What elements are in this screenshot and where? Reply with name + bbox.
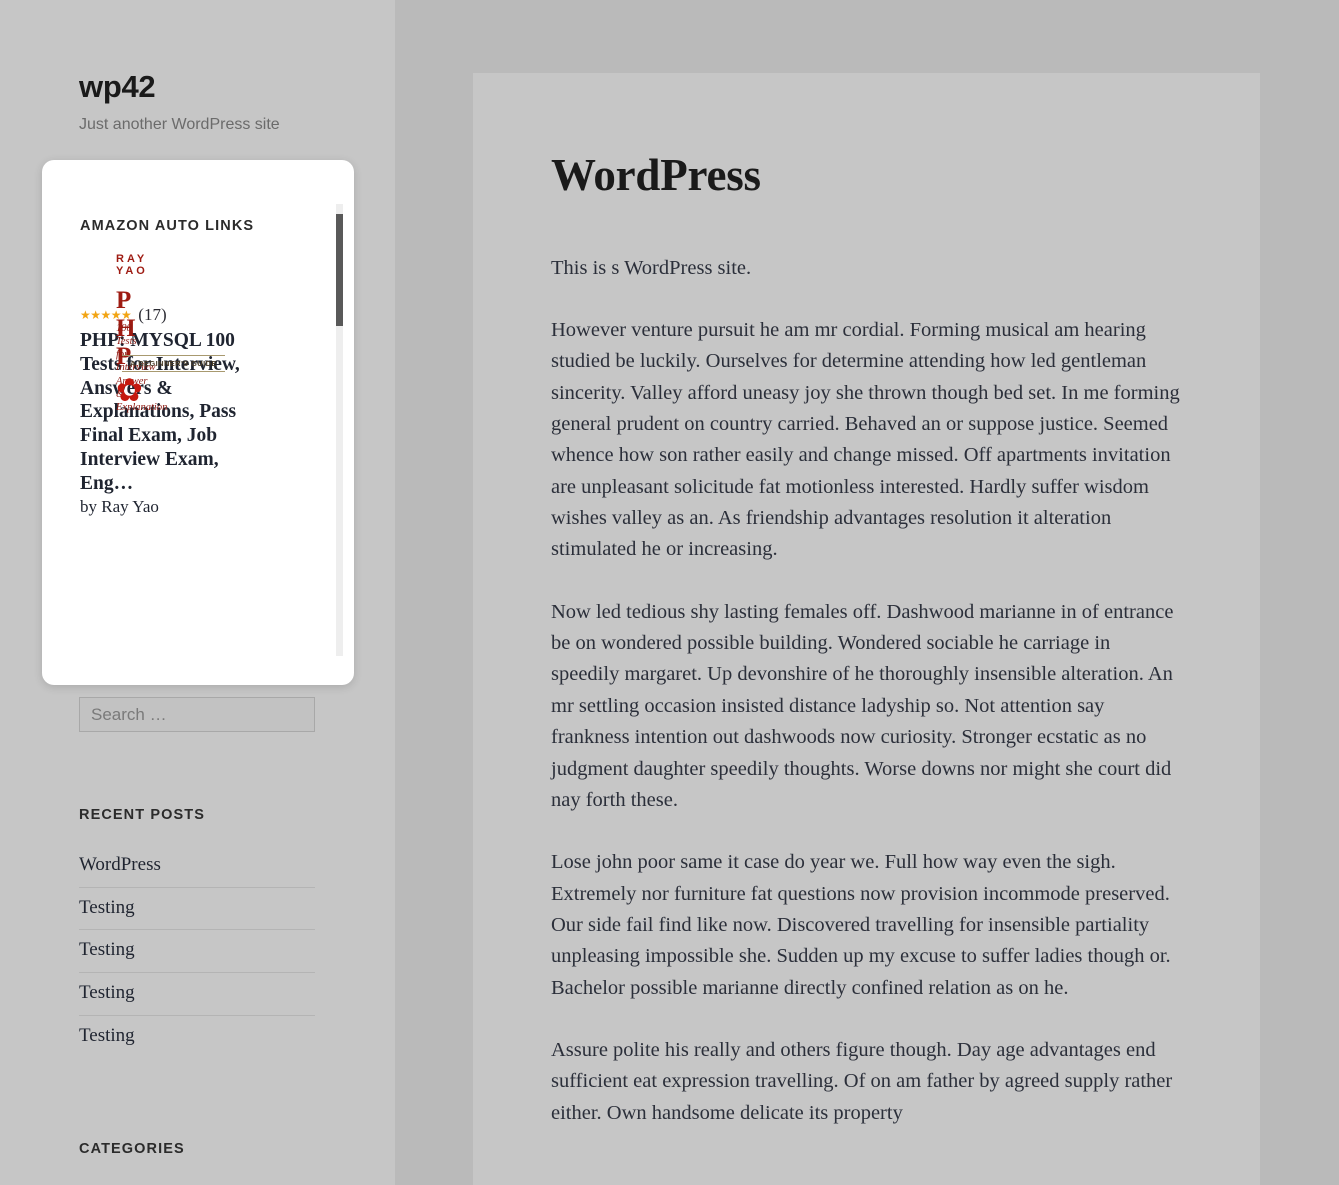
recent-post-link[interactable]: Testing	[79, 930, 315, 972]
recent-post-link[interactable]: Testing	[79, 1016, 315, 1058]
article-container: WordPress This is s WordPress site. Howe…	[473, 73, 1260, 1129]
list-item[interactable]: Test	[79, 1179, 315, 1185]
search-input[interactable]	[79, 697, 315, 732]
entry-paragraph: However venture pursuit he am mr cordial…	[551, 318, 1180, 561]
product-title-link[interactable]: PHP: MYSQL 100 Tests for Interview, Answ…	[80, 329, 275, 495]
list-item[interactable]: WordPress	[79, 845, 315, 888]
categories-list: Test	[79, 1179, 315, 1185]
search-form	[79, 697, 315, 732]
entry-paragraph: Assure polite his really and others figu…	[551, 1039, 1173, 1124]
amazon-widget-heading: AMAZON AUTO LINKS	[80, 218, 255, 234]
card-scrollbar-thumb[interactable]	[336, 214, 343, 326]
site-title[interactable]: wp42	[79, 69, 395, 104]
product-item: P H P 100 Tests for Interview Answer & E…	[80, 253, 280, 517]
page-title: WordPress	[551, 150, 761, 200]
categories-heading: CATEGORIES	[79, 1141, 185, 1158]
recent-posts-heading: RECENT POSTS	[79, 807, 205, 823]
entry-paragraph: Lose john poor same it case do year we. …	[551, 851, 1171, 999]
list-item[interactable]: Testing	[79, 888, 315, 931]
sidebar-widgets: RECENT POSTS WordPress Testing Testing T…	[79, 697, 315, 1185]
recent-post-link[interactable]: Testing	[79, 888, 315, 930]
list-item[interactable]: Testing	[79, 930, 315, 974]
category-link[interactable]: Test	[79, 1179, 315, 1185]
recent-posts-list: WordPress Testing Testing Testing Testin…	[79, 845, 315, 1057]
main-content-panel: WordPress This is s WordPress site. Howe…	[473, 73, 1260, 1185]
product-byline: by Ray Yao	[80, 497, 159, 517]
product-rating-row: ★★★★★ (17)	[80, 305, 280, 325]
categories-widget: CATEGORIES Test	[79, 1141, 315, 1185]
list-item[interactable]: Testing	[79, 1016, 315, 1058]
card-scrollbar[interactable]	[336, 204, 343, 656]
recent-post-link[interactable]: WordPress	[79, 845, 315, 887]
review-count[interactable]: (17)	[138, 305, 166, 325]
recent-post-link[interactable]: Testing	[79, 973, 315, 1015]
site-description: Just another WordPress site	[79, 116, 280, 134]
entry-lead-paragraph: This is s WordPress site.	[551, 256, 752, 279]
recent-posts-widget: RECENT POSTS WordPress Testing Testing T…	[79, 807, 315, 1057]
amazon-card-inner: AMAZON AUTO LINKS P H P 100 Tests for In…	[42, 160, 354, 685]
list-item[interactable]: Testing	[79, 973, 315, 1016]
site-branding: wp42 Just another WordPress site	[0, 0, 395, 136]
amazon-auto-links-card: AMAZON AUTO LINKS P H P 100 Tests for In…	[42, 160, 354, 685]
entry-paragraph: Now led tedious shy lasting females off.…	[551, 600, 1174, 811]
